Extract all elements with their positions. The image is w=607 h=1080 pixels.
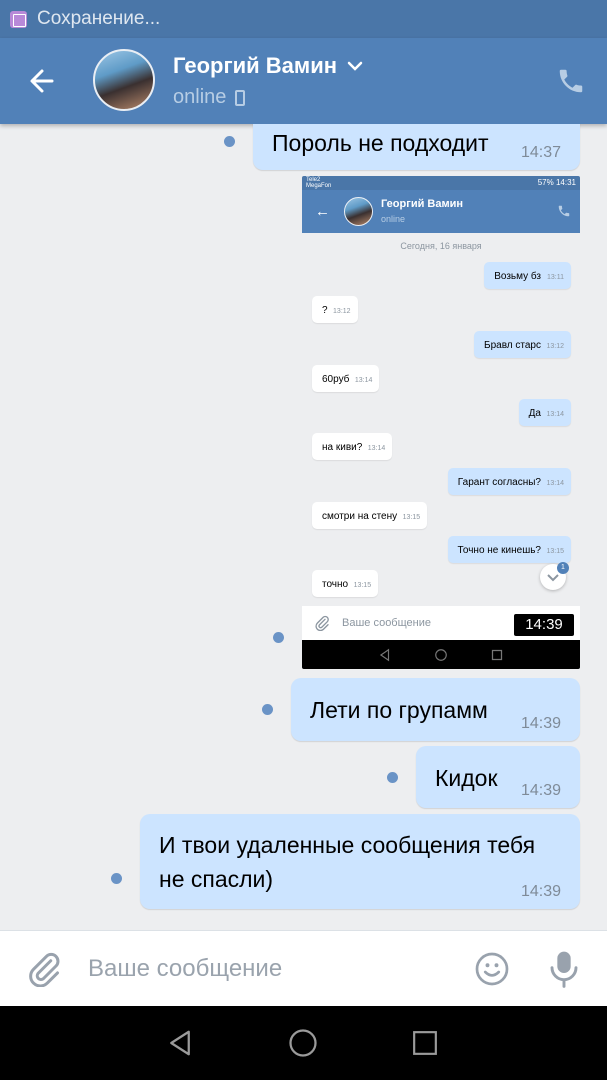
status-bar: Сохранение...	[0, 0, 607, 38]
screenshot-nav-bar	[302, 640, 580, 669]
paperclip-icon	[29, 952, 60, 988]
screenshot-carrier-2: MegaFon	[306, 183, 332, 189]
message-bubble[interactable]: Лети по групамм 14:39	[291, 678, 580, 741]
phone-call-icon	[559, 69, 583, 93]
screenshot-message: 60руб 13:14	[312, 365, 380, 392]
chevron-down-icon	[347, 61, 363, 71]
smile-icon	[475, 952, 509, 986]
mobile-phone-icon	[235, 89, 246, 106]
contact-status: online	[173, 86, 246, 109]
unread-indicator	[262, 704, 273, 715]
contact-avatar[interactable]	[93, 49, 155, 111]
message-bubble[interactable]: Кидок 14:39	[416, 746, 580, 808]
back-arrow-icon	[30, 69, 54, 93]
phone-call-icon	[558, 205, 570, 217]
unread-indicator	[387, 772, 398, 783]
image-icon	[10, 10, 27, 28]
screenshot-avatar	[344, 197, 373, 226]
contact-name-button[interactable]: Георгий Вамин	[173, 53, 363, 79]
nav-home-icon	[435, 649, 447, 661]
contact-name: Георгий Вамин	[173, 53, 338, 78]
nav-home-icon	[289, 1029, 317, 1057]
attach-button[interactable]	[26, 951, 62, 988]
screenshot-message: ? 13:12	[312, 296, 358, 323]
paperclip-icon	[315, 615, 329, 631]
message-bubble[interactable]: И твои удаленные сообщения тебя не спасл…	[140, 814, 580, 909]
message-composer	[0, 930, 607, 1006]
nav-back-icon	[170, 1030, 190, 1056]
screenshot-unread-badge: 1	[557, 562, 569, 574]
nav-back-button[interactable]	[165, 1028, 195, 1058]
screenshot-header: ← Георгий Вамин online	[302, 190, 580, 233]
screenshot-message: точно 13:15	[312, 570, 379, 597]
unread-indicator	[224, 136, 235, 147]
screenshot-message: Бравл старс 13:12	[474, 331, 571, 358]
screenshot-clock: 14:31	[555, 178, 576, 187]
screenshot-contact-name: Георгий Вамин	[381, 198, 464, 210]
message-time: 14:39	[520, 883, 561, 900]
unread-indicator	[111, 873, 122, 884]
screenshot-message: Гарант согласны? 13:14	[447, 468, 571, 495]
screenshot-contact-status: online	[381, 214, 406, 224]
call-button[interactable]	[556, 66, 586, 96]
nav-home-button[interactable]	[288, 1028, 318, 1058]
back-arrow-icon: ←	[315, 203, 330, 220]
status-notification-text: Сохранение...	[37, 8, 161, 29]
screenshot-message: смотри на стену 13:15	[312, 502, 428, 529]
unread-indicator	[273, 632, 284, 643]
screenshot-status-bar: Tele2 MegaFon 57% 14:31	[302, 176, 580, 190]
screenshot-time-overlay: 14:39	[514, 614, 574, 636]
screenshot-message: Точно не кинешь? 13:15	[447, 536, 571, 563]
voice-message-button[interactable]	[548, 949, 580, 989]
nav-recents-button[interactable]	[412, 1030, 438, 1056]
nav-back-icon	[379, 648, 390, 662]
nav-recents-icon	[413, 1031, 437, 1055]
message-time: 14:39	[520, 782, 561, 799]
microphone-icon	[550, 951, 578, 988]
system-navigation-bar	[0, 1006, 607, 1080]
message-time: 14:37	[520, 144, 561, 161]
chat-header: Георгий Вамин online	[0, 38, 607, 124]
message-list[interactable]: Пороль не подходит 14:37 Tele2 MegaFon 5…	[0, 124, 607, 930]
contact-status-text: online	[173, 86, 227, 108]
message-input[interactable]	[88, 947, 448, 991]
emoji-button[interactable]	[474, 951, 510, 987]
screenshot-message: Да 13:14	[518, 399, 571, 426]
image-attachment[interactable]: Tele2 MegaFon 57% 14:31 ← Георгий Вамин …	[302, 176, 580, 669]
screenshot-message: на киви? 13:14	[312, 433, 393, 460]
back-button[interactable]	[22, 61, 66, 101]
screenshot-input-placeholder: Ваше сообщение	[342, 617, 431, 629]
screenshot-message: Возьму бз 13:11	[484, 262, 571, 289]
message-text: И твои удаленные сообщения тебя не спасл…	[159, 832, 536, 892]
message-time: 14:39	[520, 715, 561, 732]
message-bubble[interactable]: Пороль не подходит 14:37	[253, 124, 580, 170]
nav-recents-icon	[491, 649, 503, 661]
screenshot-battery: 57%	[537, 178, 554, 187]
screenshot-date: Сегодня, 16 января	[400, 241, 482, 251]
